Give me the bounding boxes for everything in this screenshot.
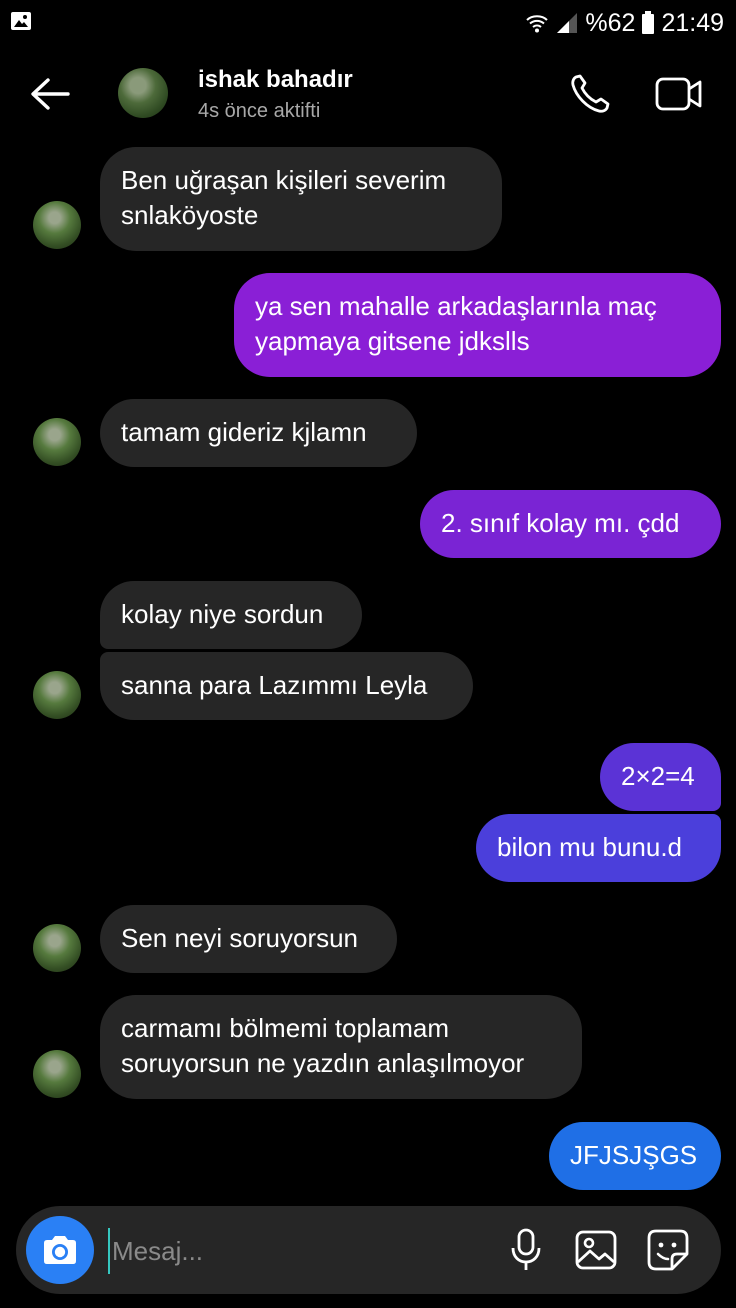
- chat-header: ishak bahadır 4s önce aktifti: [0, 46, 736, 142]
- message-bubble-outgoing[interactable]: JFJSJŞGS: [549, 1122, 721, 1190]
- message-bubble-outgoing[interactable]: bilon mu bunu.d: [476, 814, 721, 882]
- wifi-icon: [526, 15, 549, 33]
- message-bubble-incoming[interactable]: sanna para Lazımmı Leyla: [100, 652, 473, 720]
- message-text: snlaköyoste: [121, 200, 259, 230]
- video-camera-icon[interactable]: [654, 74, 704, 114]
- avatar[interactable]: [118, 68, 168, 118]
- avatar[interactable]: [33, 1050, 81, 1098]
- message-input[interactable]: [108, 1228, 494, 1274]
- message-bubble-incoming[interactable]: Ben uğraşan kişileri severim snlaköyoste: [100, 147, 502, 251]
- clock: 21:49: [661, 8, 724, 37]
- avatar[interactable]: [33, 418, 81, 466]
- message-text: soruyorsun ne yazdın anlaşılmoyor: [121, 1048, 525, 1078]
- avatar[interactable]: [33, 671, 81, 719]
- active-status: 4s önce aktifti: [198, 100, 321, 122]
- message-text: 2×2=4: [621, 761, 695, 791]
- avatar[interactable]: [33, 201, 81, 249]
- arrow-left-icon[interactable]: [28, 76, 72, 112]
- image-icon[interactable]: [574, 1228, 618, 1272]
- status-bar: %62 21:49: [0, 0, 736, 46]
- message-bubble-incoming[interactable]: kolay niye sordun: [100, 581, 362, 649]
- contact-name[interactable]: ishak bahadır: [198, 66, 353, 94]
- message-bubble-outgoing[interactable]: 2. sınıf kolay mı. çdd: [420, 490, 721, 558]
- message-text: kolay niye sordun: [121, 599, 324, 629]
- sticker-icon[interactable]: [646, 1228, 690, 1272]
- message-text: sanna para Lazımmı Leyla: [121, 670, 428, 700]
- battery-percent: %62: [585, 8, 636, 37]
- message-text: Ben uğraşan kişileri severim: [121, 165, 447, 195]
- battery-icon: [642, 11, 655, 34]
- message-bubble-outgoing[interactable]: 2×2=4: [600, 743, 721, 811]
- message-text: yapmaya gitsene jdkslls: [255, 326, 530, 356]
- message-bubble-incoming[interactable]: carmamı bölmemi toplamam soruyorsun ne y…: [100, 995, 582, 1099]
- message-bubble-outgoing[interactable]: ya sen mahalle arkadaşlarınla maç yapmay…: [234, 273, 721, 377]
- message-text: ya sen mahalle arkadaşlarınla maç: [255, 291, 657, 321]
- camera-icon: [44, 1236, 76, 1264]
- message-text: carmamı bölmemi toplamam: [121, 1013, 449, 1043]
- gallery-notification-icon: [11, 12, 31, 30]
- message-composer: [16, 1206, 721, 1294]
- phone-icon[interactable]: [568, 72, 612, 116]
- message-text: tamam gideriz kjlamn: [121, 417, 367, 447]
- message-bubble-incoming[interactable]: tamam gideriz kjlamn: [100, 399, 417, 467]
- microphone-icon[interactable]: [508, 1228, 544, 1272]
- camera-button[interactable]: [26, 1216, 94, 1284]
- message-text: Sen neyi soruyorsun: [121, 923, 359, 953]
- avatar[interactable]: [33, 924, 81, 972]
- message-text: 2. sınıf kolay mı. çdd: [441, 508, 680, 538]
- signal-icon: [557, 13, 578, 33]
- message-bubble-incoming[interactable]: Sen neyi soruyorsun: [100, 905, 397, 973]
- message-text: JFJSJŞGS: [570, 1140, 698, 1170]
- message-text: bilon mu bunu.d: [497, 832, 683, 862]
